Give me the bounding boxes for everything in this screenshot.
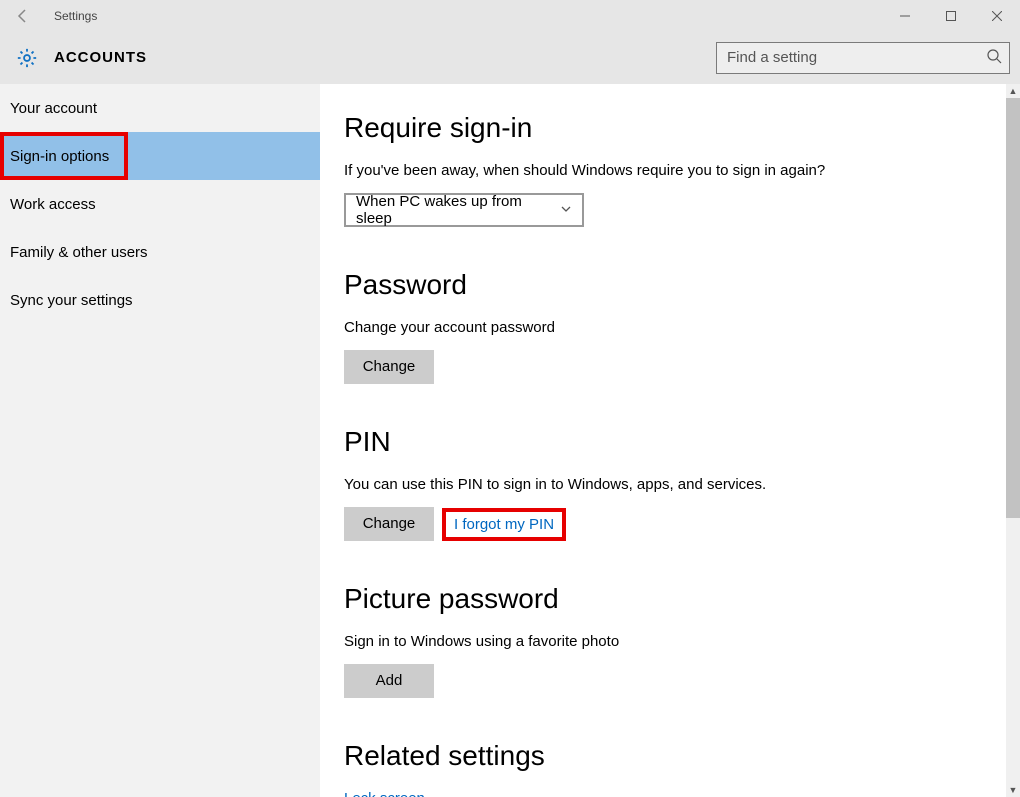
pin-heading: PIN [344,426,990,458]
sidebar-item-sync-settings[interactable]: Sync your settings [0,276,320,324]
sidebar-item-sign-in-options[interactable]: Sign-in options [0,132,320,180]
search-input[interactable] [716,42,1010,74]
pin-desc: You can use this PIN to sign in to Windo… [344,476,990,493]
minimize-button[interactable] [882,0,928,32]
content-area: Require sign-in If you've been away, whe… [320,84,1020,797]
scroll-down-arrow[interactable]: ▼ [1006,783,1020,797]
require-signin-desc: If you've been away, when should Windows… [344,162,990,179]
sidebar-item-label: Family & other users [10,244,148,261]
password-change-button[interactable]: Change [344,350,434,384]
lock-screen-link[interactable]: Lock screen [344,790,425,797]
sidebar-item-your-account[interactable]: Your account [0,84,320,132]
picture-password-add-button[interactable]: Add [344,664,434,698]
sidebar-item-label: Sign-in options [10,148,109,165]
forgot-pin-link[interactable]: I forgot my PIN [454,516,554,533]
picture-password-heading: Picture password [344,583,990,615]
require-signin-dropdown[interactable]: When PC wakes up from sleep [344,193,584,227]
password-desc: Change your account password [344,319,990,336]
password-heading: Password [344,269,990,301]
sidebar: Your account Sign-in options Work access… [0,84,320,797]
require-signin-heading: Require sign-in [344,112,990,144]
gear-icon [10,41,44,75]
dropdown-value: When PC wakes up from sleep [356,193,560,227]
close-button[interactable] [974,0,1020,32]
pin-change-button[interactable]: Change [344,507,434,541]
sidebar-item-label: Your account [10,100,97,117]
window-title: Settings [54,9,97,23]
page-title: ACCOUNTS [54,49,147,66]
search-icon [986,48,1002,68]
related-settings-heading: Related settings [344,740,990,772]
maximize-button[interactable] [928,0,974,32]
scrollbar[interactable]: ▲ ▼ [1006,84,1020,797]
picture-password-desc: Sign in to Windows using a favorite phot… [344,633,990,650]
scroll-thumb[interactable] [1006,98,1020,518]
highlight-box: I forgot my PIN [442,508,566,541]
sidebar-item-label: Sync your settings [10,292,133,309]
chevron-down-icon [560,202,572,219]
sidebar-item-family-other-users[interactable]: Family & other users [0,228,320,276]
sidebar-item-work-access[interactable]: Work access [0,180,320,228]
scroll-up-arrow[interactable]: ▲ [1006,84,1020,98]
titlebar: Settings [0,0,1020,32]
sidebar-item-label: Work access [10,196,96,213]
page-header: ACCOUNTS [0,32,1020,84]
back-button[interactable] [8,1,38,31]
